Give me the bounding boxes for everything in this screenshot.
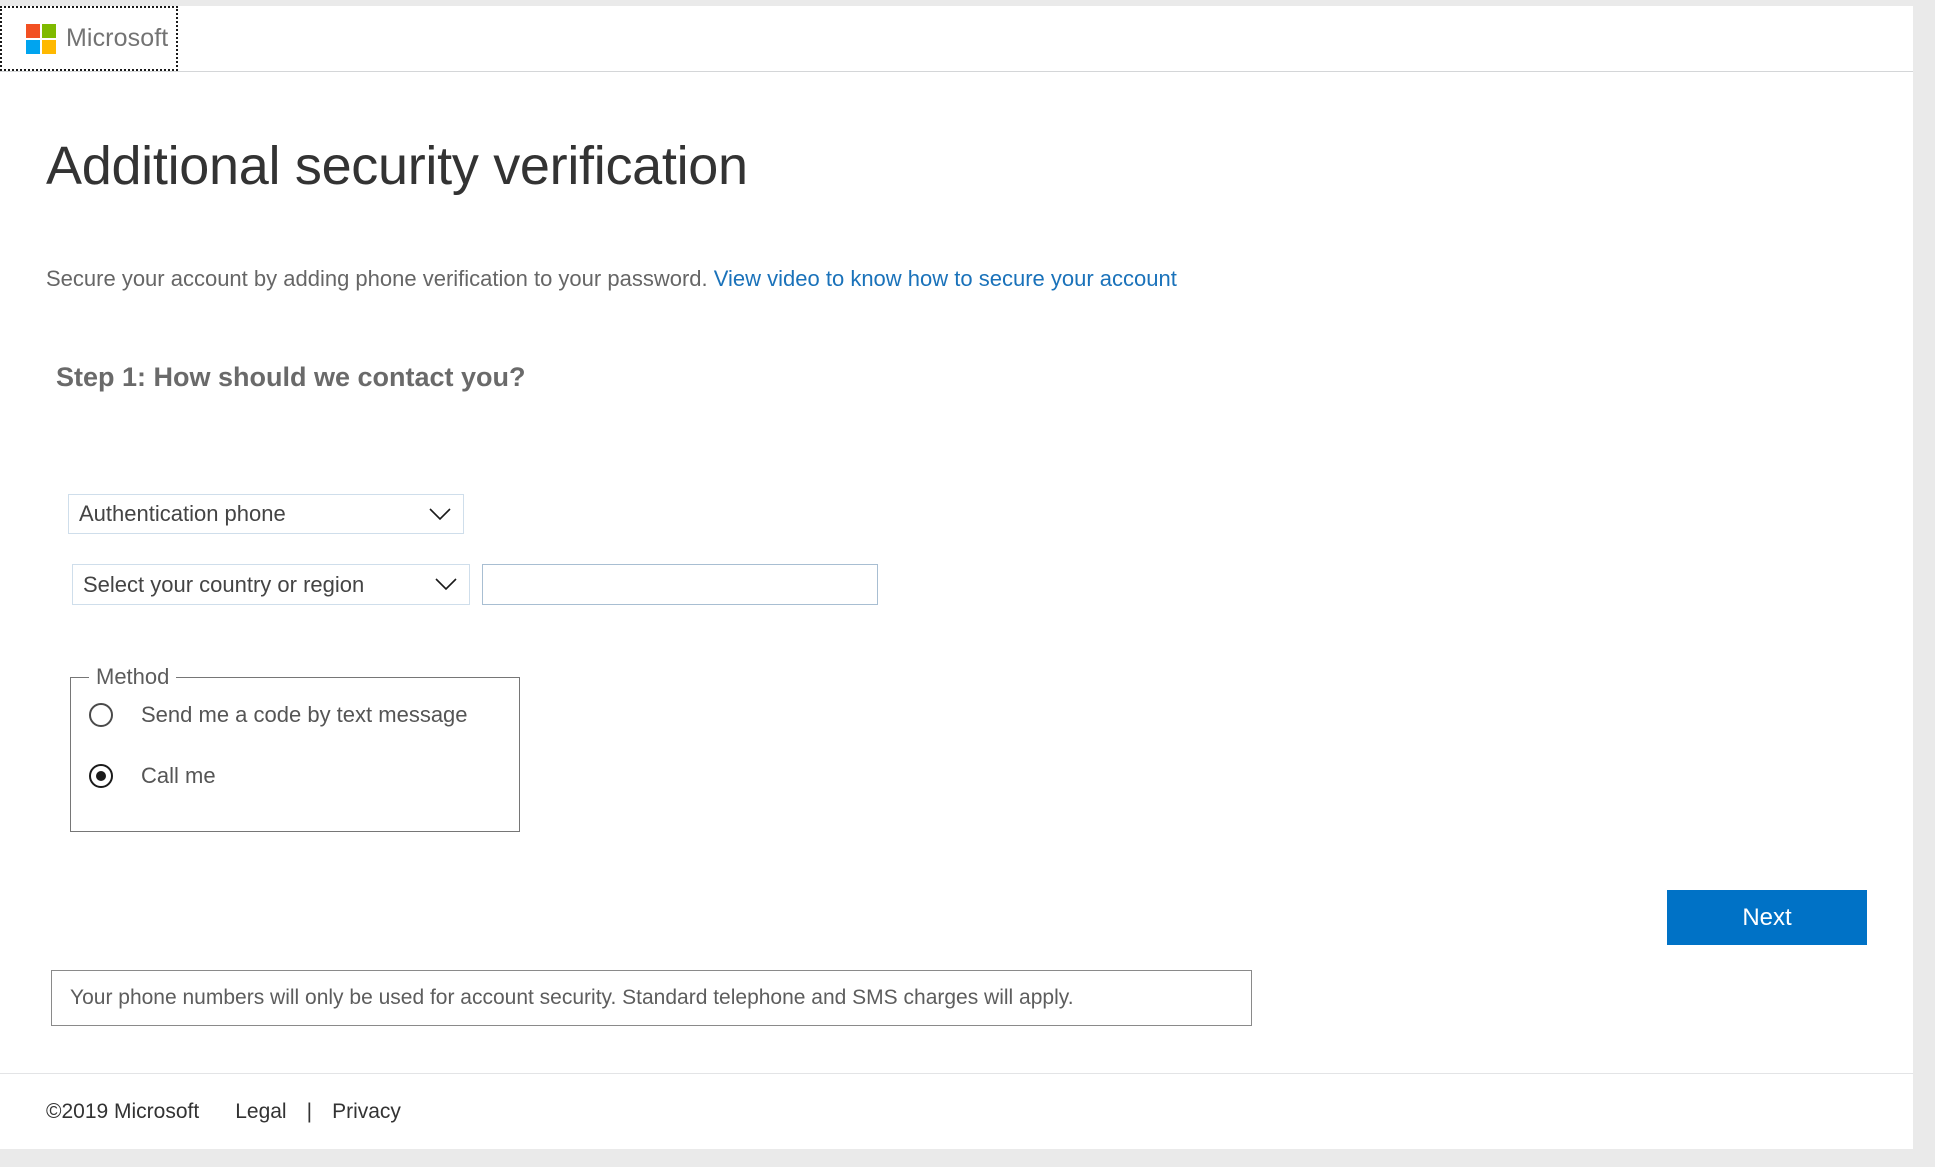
logo-square-yellow <box>42 39 56 54</box>
radio-option-call-me[interactable]: Call me <box>89 763 519 789</box>
copyright-text: ©2019 Microsoft <box>46 1099 200 1123</box>
page-subtitle: Secure your account by adding phone veri… <box>46 266 1177 292</box>
legal-link[interactable]: Legal <box>235 1100 286 1124</box>
country-region-value: Select your country or region <box>83 571 365 597</box>
disclaimer-text: Your phone numbers will only be used for… <box>70 986 1074 1009</box>
subtitle-text: Secure your account by adding phone veri… <box>46 266 708 291</box>
privacy-link[interactable]: Privacy <box>332 1100 401 1124</box>
chevron-down-icon <box>435 578 457 591</box>
microsoft-wordmark: Microsoft <box>66 24 169 52</box>
logo-square-red <box>26 23 40 38</box>
country-region-select[interactable]: Select your country or region <box>72 564 470 605</box>
chevron-down-icon <box>429 507 451 521</box>
method-legend: Method <box>96 664 170 689</box>
next-button[interactable]: Next <box>1667 890 1867 945</box>
logo-square-blue <box>26 39 40 54</box>
method-fieldset: Method Send me a code by text message Ca… <box>70 664 520 832</box>
microsoft-logo-icon <box>26 23 56 54</box>
authentication-method-select[interactable]: Authentication phone <box>68 494 464 534</box>
page-frame: Microsoft Additional security verificati… <box>0 6 1913 1149</box>
radio-label-call-me: Call me <box>141 763 216 788</box>
disclaimer-box: Your phone numbers will only be used for… <box>51 970 1252 1026</box>
microsoft-logo-link[interactable]: Microsoft <box>0 6 178 71</box>
radio-option-text-message[interactable]: Send me a code by text message <box>89 702 519 728</box>
footer-separator: | <box>306 1099 313 1123</box>
main-content: Additional security verification Secure … <box>0 72 1913 1082</box>
radio-button-unchecked-icon[interactable] <box>89 703 113 727</box>
logo-square-green <box>42 23 56 38</box>
radio-button-checked-icon[interactable] <box>89 764 113 788</box>
authentication-method-value: Authentication phone <box>79 501 286 526</box>
page-header: Microsoft <box>0 6 1913 72</box>
radio-label-text-message: Send me a code by text message <box>141 702 468 727</box>
page-footer: ©2019 Microsoft Legal | Privacy <box>0 1073 1913 1149</box>
view-video-link[interactable]: View video to know how to secure your ac… <box>714 266 1177 291</box>
phone-number-input[interactable] <box>482 564 878 605</box>
page-title: Additional security verification <box>46 136 748 196</box>
step-heading: Step 1: How should we contact you? <box>56 362 526 392</box>
